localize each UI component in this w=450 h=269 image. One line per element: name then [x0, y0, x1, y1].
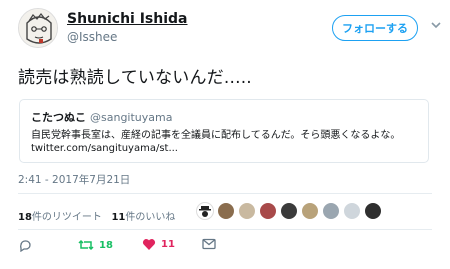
retweet-button[interactable]: 18: [78, 238, 113, 252]
quoted-author-handle: @sangituyama: [90, 111, 173, 124]
liker-avatar[interactable]: [364, 202, 382, 220]
liker-avatar[interactable]: [196, 202, 214, 220]
chevron-down-icon[interactable]: [430, 19, 442, 31]
quoted-author: こたつぬこ @sangituyama: [31, 109, 172, 125]
retweet-count: 18: [99, 239, 113, 251]
retweets-stat-label: 件のリツイート: [31, 212, 102, 223]
author-handle[interactable]: @Isshee: [67, 30, 117, 44]
liker-avatar[interactable]: [322, 202, 340, 220]
liker-avatar[interactable]: [259, 202, 277, 220]
likes-stat-label: 件のいいね: [125, 212, 176, 223]
author-avatar[interactable]: [18, 8, 58, 48]
quoted-author-name: こたつぬこ: [31, 111, 86, 124]
likes-stat[interactable]: 11件のいいね: [111, 212, 175, 223]
quoted-link[interactable]: twitter.com/sangituyama/st...: [31, 143, 178, 154]
message-icon: [202, 238, 216, 250]
avatar-illustration: [19, 9, 57, 47]
direct-message-button[interactable]: [202, 238, 216, 250]
likes-stat-count: 11: [111, 212, 126, 223]
liker-avatar[interactable]: [280, 202, 298, 220]
author-name[interactable]: Shunichi Ishida: [67, 11, 188, 27]
liker-avatars: [196, 202, 382, 222]
tweet-text: 読売は熟読していないんだ.....: [18, 68, 252, 88]
divider: [18, 193, 432, 194]
follow-button[interactable]: フォローする: [332, 15, 418, 41]
retweet-icon: [78, 239, 94, 251]
like-button[interactable]: 11: [142, 238, 175, 251]
quoted-text: 自民党幹事長室は、産経の記事を全議員に配布してるんだ。そら頭悪くなるよな。: [31, 130, 401, 141]
quoted-tweet[interactable]: こたつぬこ @sangituyama 自民党幹事長室は、産経の記事を全議員に配布し…: [19, 99, 429, 163]
like-count: 11: [161, 239, 175, 250]
heart-icon: [142, 239, 156, 250]
divider: [18, 229, 432, 230]
retweets-stat[interactable]: 18件のリツイート: [18, 212, 102, 223]
engagement-stats: 18件のリツイート 11件のいいね: [18, 208, 175, 223]
liker-avatar[interactable]: [343, 202, 361, 220]
reply-icon: [20, 240, 31, 252]
reply-button[interactable]: [18, 238, 32, 252]
liker-avatar[interactable]: [217, 202, 235, 220]
liker-avatar[interactable]: [301, 202, 319, 220]
liker-avatar[interactable]: [238, 202, 256, 220]
retweets-stat-count: 18: [18, 212, 32, 223]
tweet-timestamp[interactable]: 2:41 - 2017年7月21日: [18, 172, 130, 187]
